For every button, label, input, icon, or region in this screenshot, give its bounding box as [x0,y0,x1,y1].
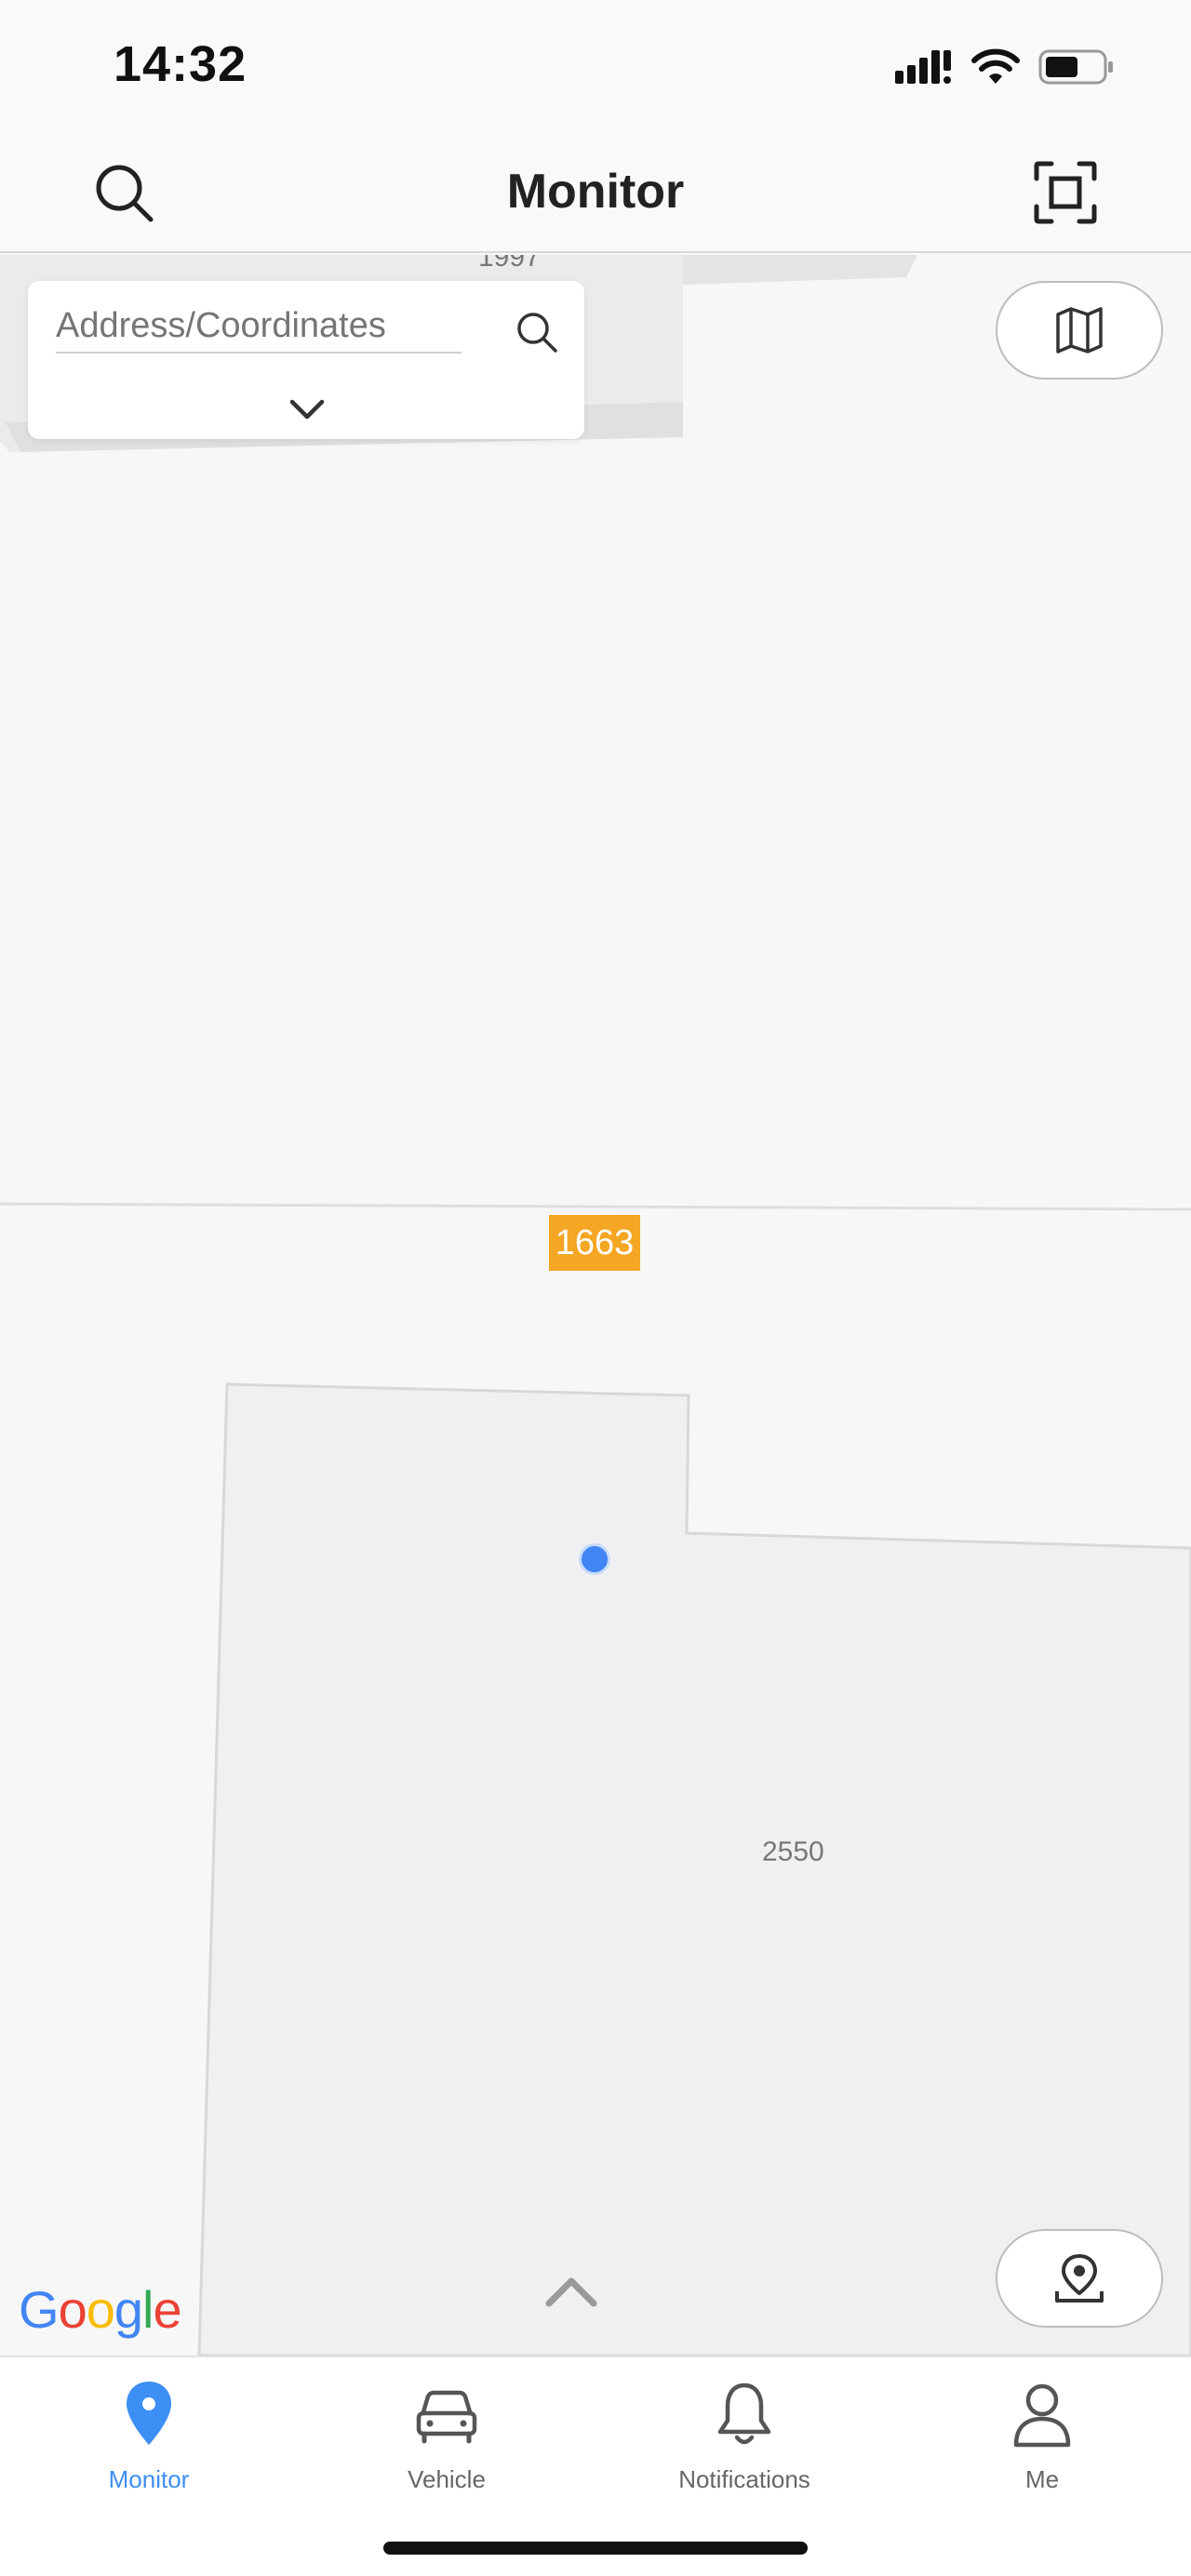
chevron-up-icon[interactable] [543,2274,599,2311]
tab-label: Vehicle [408,2465,486,2493]
car-icon [416,2390,477,2444]
status-bar: 14:32 [0,0,1191,130]
google-letter: o [58,2280,87,2339]
cellular-signal-icon [895,50,951,84]
map-type-button[interactable] [996,281,1163,380]
google-letter: g [114,2280,143,2339]
tab-label: Me [1024,2465,1060,2493]
tab-notifications[interactable]: Notifications [623,2378,865,2517]
google-attribution-logo: Google [19,2279,182,2340]
person-icon [1013,2383,1071,2448]
location-pin-icon [1055,2254,1104,2302]
map-label-2550: 2550 [762,1836,824,1867]
google-letter: e [153,2280,181,2339]
current-location-dot [579,1543,610,1575]
map-view[interactable]: 1997 2550 1663 Google [0,255,1191,2356]
status-icons [895,47,1115,87]
battery-icon [1038,49,1113,85]
wifi-icon [971,48,1020,84]
home-indicator [383,2542,808,2555]
scan-icon[interactable] [1033,160,1098,225]
map-icon [1056,307,1103,354]
nav-header: Monitor [0,130,1191,253]
tab-label: Notifications [678,2465,810,2493]
address-search-card [28,281,584,439]
location-pin-icon [127,2382,171,2445]
status-time: 14:32 [114,36,248,92]
search-icon[interactable] [514,309,560,355]
vehicle-marker-label[interactable]: 1663 [549,1215,640,1271]
google-letter: G [19,2280,60,2339]
google-letter: l [142,2280,154,2339]
tab-vehicle[interactable]: Vehicle [326,2378,568,2517]
tab-me[interactable]: Me [921,2378,1163,2517]
page-title: Monitor [506,165,685,219]
tab-label: Monitor [108,2465,190,2493]
google-letter: o [86,2280,115,2339]
map-label-1997: 1997 [478,255,541,273]
address-search-input[interactable] [56,300,462,354]
tab-monitor[interactable]: Monitor [28,2378,270,2517]
bell-icon [717,2382,771,2445]
locate-vehicle-button[interactable] [996,2229,1163,2328]
map-buildings [0,255,1191,2356]
chevron-down-icon[interactable] [285,393,329,426]
